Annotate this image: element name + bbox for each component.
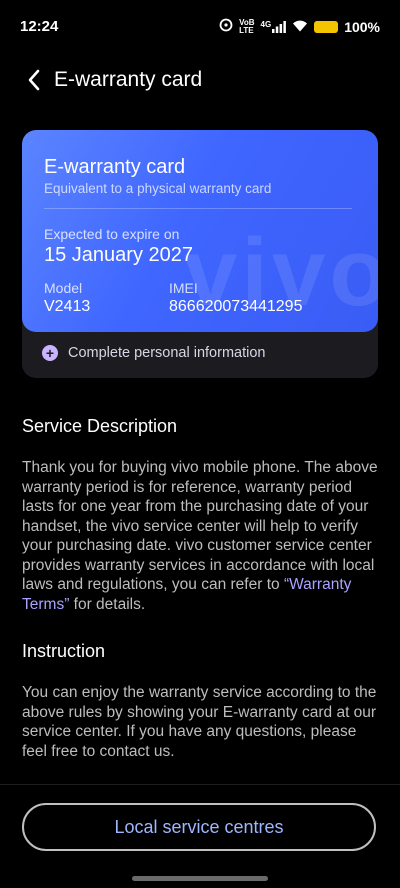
warranty-card-container: vivo E-warranty card Equivalent to a phy… <box>22 130 378 378</box>
warranty-card: vivo E-warranty card Equivalent to a phy… <box>22 130 378 332</box>
instruction-text: You can enjoy the warranty service accor… <box>22 684 377 760</box>
battery-icon <box>314 20 339 33</box>
complete-personal-info-button[interactable]: + Complete personal information <box>42 345 265 361</box>
card-subtitle: Equivalent to a physical warranty card <box>44 181 272 196</box>
app-header: E-warranty card <box>0 58 400 102</box>
chevron-left-icon <box>28 69 40 91</box>
network-type: 4G <box>260 19 272 29</box>
network-label: VoB LTE <box>239 18 254 35</box>
signal-icon: 4G <box>260 19 287 33</box>
expire-date: 15 January 2027 <box>44 244 194 266</box>
card-title: E-warranty card <box>44 156 186 178</box>
model-value: V2413 <box>44 298 91 315</box>
service-description-suffix: for details. <box>69 595 146 613</box>
service-description-body: Thank you for buying vivo mobile phone. … <box>22 459 378 593</box>
status-bar: 12:24 VoB LTE 4G 100% <box>0 0 400 52</box>
home-indicator[interactable] <box>132 876 268 881</box>
instruction-title: Instruction <box>22 641 106 661</box>
back-button[interactable] <box>20 66 48 94</box>
imei-value: 866620073441295 <box>169 298 303 315</box>
status-icons: VoB LTE 4G 100% <box>219 18 380 35</box>
complete-info-label: Complete personal information <box>68 345 266 361</box>
alarm-icon <box>219 18 233 35</box>
page-title: E-warranty card <box>54 68 203 91</box>
expire-label: Expected to expire on <box>44 226 180 242</box>
plus-circle-icon: + <box>42 345 58 361</box>
imei-label: IMEI <box>169 280 198 296</box>
wifi-icon <box>292 19 308 35</box>
local-service-centres-button[interactable]: Local service centres <box>22 803 376 851</box>
service-description-title: Service Description <box>22 416 178 436</box>
model-label: Model <box>44 280 83 296</box>
status-time: 12:24 <box>20 18 59 35</box>
service-description-text: Thank you for buying vivo mobile phone. … <box>22 458 382 614</box>
lte-label: LTE <box>239 25 254 35</box>
battery-percent: 100% <box>344 18 380 35</box>
card-divider <box>44 208 352 209</box>
bottom-divider <box>0 784 400 785</box>
